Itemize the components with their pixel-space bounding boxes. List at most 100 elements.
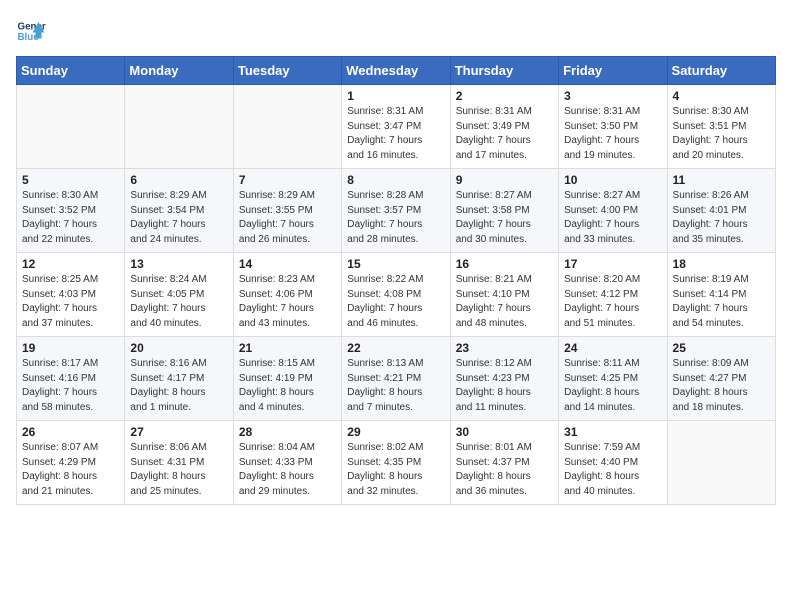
calendar-week-row: 26 Sunrise: 8:07 AM Sunset: 4:29 PM Dayli… bbox=[17, 421, 776, 505]
calendar-day-10: 10Sunrise: 8:27 AM Sunset: 4:00 PM Dayli… bbox=[559, 169, 667, 253]
calendar-day-21: 21 Sunrise: 8:15 AM Sunset: 4:19 PM Dayli… bbox=[233, 337, 341, 421]
day-number: 3 bbox=[564, 89, 661, 103]
weekday-header-monday: Monday bbox=[125, 57, 233, 85]
calendar-day-11: 11Sunrise: 8:26 AM Sunset: 4:01 PM Dayli… bbox=[667, 169, 775, 253]
day-content: Sunrise: 8:15 AM Sunset: 4:19 PM Dayligh… bbox=[239, 357, 336, 415]
day-content: Sunrise: 8:11 AM Sunset: 4:25 PM Dayligh… bbox=[564, 357, 661, 415]
day-content: Sunrise: 8:28 AM Sunset: 3:57 PM Dayligh… bbox=[347, 189, 444, 247]
weekday-header-sunday: Sunday bbox=[17, 57, 125, 85]
day-content: Sunrise: 8:21 AM Sunset: 4:10 PM Dayligh… bbox=[456, 273, 553, 331]
day-content: Sunrise: 8:04 AM Sunset: 4:33 PM Dayligh… bbox=[239, 441, 336, 499]
calendar-day-31: 31 Sunrise: 7:59 AM Sunset: 4:40 PM Dayli… bbox=[559, 421, 667, 505]
logo: General Blue bbox=[16, 16, 46, 46]
calendar-day-27: 27 Sunrise: 8:06 AM Sunset: 4:31 PM Dayli… bbox=[125, 421, 233, 505]
calendar-day-16: 16Sunrise: 8:21 AM Sunset: 4:10 PM Dayli… bbox=[450, 253, 558, 337]
day-content: Sunrise: 8:07 AM Sunset: 4:29 PM Dayligh… bbox=[22, 441, 119, 499]
weekday-header-friday: Friday bbox=[559, 57, 667, 85]
calendar-day-9: 9Sunrise: 8:27 AM Sunset: 3:58 PM Daylig… bbox=[450, 169, 558, 253]
page-header: General Blue bbox=[16, 16, 776, 46]
calendar-week-row: 19 Sunrise: 8:17 AM Sunset: 4:16 PM Dayli… bbox=[17, 337, 776, 421]
day-number: 25 bbox=[673, 341, 770, 355]
empty-day-cell bbox=[667, 421, 775, 505]
day-content: Sunrise: 8:16 AM Sunset: 4:17 PM Dayligh… bbox=[130, 357, 227, 415]
calendar-day-28: 28 Sunrise: 8:04 AM Sunset: 4:33 PM Dayli… bbox=[233, 421, 341, 505]
weekday-header-tuesday: Tuesday bbox=[233, 57, 341, 85]
day-number: 12 bbox=[22, 257, 119, 271]
day-number: 31 bbox=[564, 425, 661, 439]
calendar-day-3: 3 Sunrise: 8:31 AM Sunset: 3:50 PM Daylig… bbox=[559, 85, 667, 169]
calendar-day-25: 25 Sunrise: 8:09 AM Sunset: 4:27 PM Dayli… bbox=[667, 337, 775, 421]
day-number: 1 bbox=[347, 89, 444, 103]
day-number: 8 bbox=[347, 173, 444, 187]
calendar-day-7: 7Sunrise: 8:29 AM Sunset: 3:55 PM Daylig… bbox=[233, 169, 341, 253]
empty-day-cell bbox=[17, 85, 125, 169]
calendar-day-18: 18 Sunrise: 8:19 AM Sunset: 4:14 PM Dayli… bbox=[667, 253, 775, 337]
day-content: Sunrise: 8:24 AM Sunset: 4:05 PM Dayligh… bbox=[130, 273, 227, 331]
day-number: 5 bbox=[22, 173, 119, 187]
day-number: 19 bbox=[22, 341, 119, 355]
calendar-day-26: 26 Sunrise: 8:07 AM Sunset: 4:29 PM Dayli… bbox=[17, 421, 125, 505]
day-content: Sunrise: 8:01 AM Sunset: 4:37 PM Dayligh… bbox=[456, 441, 553, 499]
day-content: Sunrise: 8:17 AM Sunset: 4:16 PM Dayligh… bbox=[22, 357, 119, 415]
calendar-day-20: 20 Sunrise: 8:16 AM Sunset: 4:17 PM Dayli… bbox=[125, 337, 233, 421]
day-content: Sunrise: 8:22 AM Sunset: 4:08 PM Dayligh… bbox=[347, 273, 444, 331]
day-number: 10 bbox=[564, 173, 661, 187]
day-number: 13 bbox=[130, 257, 227, 271]
day-number: 2 bbox=[456, 89, 553, 103]
calendar-day-30: 30 Sunrise: 8:01 AM Sunset: 4:37 PM Dayli… bbox=[450, 421, 558, 505]
day-content: Sunrise: 8:30 AM Sunset: 3:51 PM Dayligh… bbox=[673, 105, 770, 163]
calendar-week-row: 5 Sunrise: 8:30 AM Sunset: 3:52 PM Daylig… bbox=[17, 169, 776, 253]
day-number: 26 bbox=[22, 425, 119, 439]
calendar-day-12: 12 Sunrise: 8:25 AM Sunset: 4:03 PM Dayli… bbox=[17, 253, 125, 337]
day-content: Sunrise: 8:30 AM Sunset: 3:52 PM Dayligh… bbox=[22, 189, 119, 247]
day-number: 18 bbox=[673, 257, 770, 271]
calendar-week-row: 1Sunrise: 8:31 AM Sunset: 3:47 PM Daylig… bbox=[17, 85, 776, 169]
calendar-day-2: 2Sunrise: 8:31 AM Sunset: 3:49 PM Daylig… bbox=[450, 85, 558, 169]
calendar-day-24: 24Sunrise: 8:11 AM Sunset: 4:25 PM Dayli… bbox=[559, 337, 667, 421]
day-number: 20 bbox=[130, 341, 227, 355]
day-content: Sunrise: 7:59 AM Sunset: 4:40 PM Dayligh… bbox=[564, 441, 661, 499]
day-number: 14 bbox=[239, 257, 336, 271]
calendar-day-14: 14 Sunrise: 8:23 AM Sunset: 4:06 PM Dayli… bbox=[233, 253, 341, 337]
day-number: 22 bbox=[347, 341, 444, 355]
day-content: Sunrise: 8:20 AM Sunset: 4:12 PM Dayligh… bbox=[564, 273, 661, 331]
day-content: Sunrise: 8:12 AM Sunset: 4:23 PM Dayligh… bbox=[456, 357, 553, 415]
day-number: 7 bbox=[239, 173, 336, 187]
empty-day-cell bbox=[125, 85, 233, 169]
empty-day-cell bbox=[233, 85, 341, 169]
day-number: 21 bbox=[239, 341, 336, 355]
day-number: 6 bbox=[130, 173, 227, 187]
calendar-day-19: 19 Sunrise: 8:17 AM Sunset: 4:16 PM Dayli… bbox=[17, 337, 125, 421]
calendar-day-22: 22 Sunrise: 8:13 AM Sunset: 4:21 PM Dayli… bbox=[342, 337, 450, 421]
weekday-header-wednesday: Wednesday bbox=[342, 57, 450, 85]
day-content: Sunrise: 8:23 AM Sunset: 4:06 PM Dayligh… bbox=[239, 273, 336, 331]
day-content: Sunrise: 8:19 AM Sunset: 4:14 PM Dayligh… bbox=[673, 273, 770, 331]
day-content: Sunrise: 8:25 AM Sunset: 4:03 PM Dayligh… bbox=[22, 273, 119, 331]
day-content: Sunrise: 8:13 AM Sunset: 4:21 PM Dayligh… bbox=[347, 357, 444, 415]
calendar-day-23: 23 Sunrise: 8:12 AM Sunset: 4:23 PM Dayli… bbox=[450, 337, 558, 421]
day-number: 15 bbox=[347, 257, 444, 271]
weekday-header-saturday: Saturday bbox=[667, 57, 775, 85]
calendar-day-29: 29Sunrise: 8:02 AM Sunset: 4:35 PM Dayli… bbox=[342, 421, 450, 505]
day-content: Sunrise: 8:29 AM Sunset: 3:54 PM Dayligh… bbox=[130, 189, 227, 247]
calendar-day-6: 6 Sunrise: 8:29 AM Sunset: 3:54 PM Daylig… bbox=[125, 169, 233, 253]
calendar-day-13: 13 Sunrise: 8:24 AM Sunset: 4:05 PM Dayli… bbox=[125, 253, 233, 337]
day-number: 27 bbox=[130, 425, 227, 439]
day-number: 23 bbox=[456, 341, 553, 355]
day-content: Sunrise: 8:31 AM Sunset: 3:50 PM Dayligh… bbox=[564, 105, 661, 163]
day-content: Sunrise: 8:27 AM Sunset: 3:58 PM Dayligh… bbox=[456, 189, 553, 247]
calendar-day-15: 15 Sunrise: 8:22 AM Sunset: 4:08 PM Dayli… bbox=[342, 253, 450, 337]
day-content: Sunrise: 8:09 AM Sunset: 4:27 PM Dayligh… bbox=[673, 357, 770, 415]
logo-icon: General Blue bbox=[16, 16, 46, 46]
calendar-day-8: 8 Sunrise: 8:28 AM Sunset: 3:57 PM Daylig… bbox=[342, 169, 450, 253]
day-number: 30 bbox=[456, 425, 553, 439]
weekday-header-row: SundayMondayTuesdayWednesdayThursdayFrid… bbox=[17, 57, 776, 85]
calendar-day-4: 4 Sunrise: 8:30 AM Sunset: 3:51 PM Daylig… bbox=[667, 85, 775, 169]
day-number: 28 bbox=[239, 425, 336, 439]
day-number: 17 bbox=[564, 257, 661, 271]
calendar-day-1: 1Sunrise: 8:31 AM Sunset: 3:47 PM Daylig… bbox=[342, 85, 450, 169]
day-number: 4 bbox=[673, 89, 770, 103]
weekday-header-thursday: Thursday bbox=[450, 57, 558, 85]
day-number: 11 bbox=[673, 173, 770, 187]
day-content: Sunrise: 8:06 AM Sunset: 4:31 PM Dayligh… bbox=[130, 441, 227, 499]
